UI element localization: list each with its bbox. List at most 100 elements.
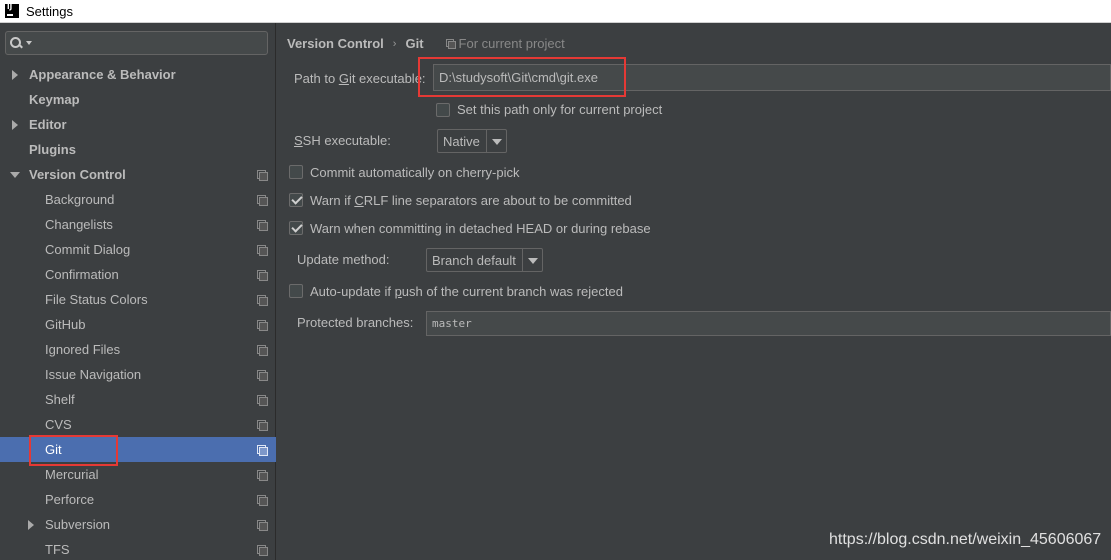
chevron-down-icon[interactable] [485, 130, 506, 152]
breadcrumb-parent[interactable]: Version Control [287, 36, 384, 51]
sidebar-item-label: Subversion [45, 517, 111, 532]
ssh-executable-label: SSH executable: [294, 133, 391, 148]
project-level-icon [257, 495, 268, 506]
project-scope-note-text: For current project [458, 36, 565, 51]
chevron-down-icon[interactable] [521, 249, 542, 271]
project-level-icon [257, 545, 268, 556]
project-level-icon [257, 170, 268, 181]
sidebar-item-keymap[interactable]: Keymap [0, 87, 276, 112]
sidebar-item-subversion[interactable]: Subversion [0, 512, 276, 537]
project-level-icon [257, 345, 268, 356]
sidebar-item-label: Plugins [29, 142, 76, 157]
collapse-arrow-icon[interactable] [10, 172, 20, 178]
sidebar-item-tfs[interactable]: TFS [0, 537, 276, 560]
warn-crlf-checkbox[interactable] [289, 193, 303, 207]
sidebar-item-plugins[interactable]: Plugins [0, 137, 276, 162]
protected-branches-field[interactable]: master [426, 311, 1111, 336]
chevron-down-icon[interactable] [26, 41, 32, 45]
update-method-value: Branch default [432, 252, 516, 268]
sidebar-item-perforce[interactable]: Perforce [0, 487, 276, 512]
sidebar-item-mercurial[interactable]: Mercurial [0, 462, 276, 487]
warn-detached-head-label: Warn when committing in detached HEAD or… [310, 221, 651, 236]
commit-cherry-pick-label: Commit automatically on cherry-pick [310, 165, 520, 180]
sidebar-item-label: Ignored Files [45, 342, 121, 357]
expand-arrow-icon[interactable] [12, 70, 18, 80]
project-level-icon [257, 270, 268, 281]
sidebar-item-file-status-colors[interactable]: File Status Colors [0, 287, 276, 312]
sidebar-item-confirmation[interactable]: Confirmation [0, 262, 276, 287]
protected-branches-label: Protected branches: [297, 315, 414, 330]
sidebar-item-label: Issue Navigation [45, 367, 142, 382]
ssh-executable-value: Native [443, 133, 480, 149]
settings-sidebar: Appearance & Behavior Keymap Editor Plug… [0, 23, 276, 560]
sidebar-item-issue-navigation[interactable]: Issue Navigation [0, 362, 276, 387]
git-path-value: D:\studysoft\Git\cmd\git.exe [439, 70, 598, 85]
update-method-label: Update method: [297, 252, 390, 267]
protected-branches-value: master [432, 317, 472, 330]
git-path-field[interactable]: D:\studysoft\Git\cmd\git.exe [433, 64, 1111, 91]
sidebar-item-appearance-behavior[interactable]: Appearance & Behavior [0, 62, 276, 87]
sidebar-item-background[interactable]: Background [0, 187, 276, 212]
sidebar-item-label: Background [45, 192, 115, 207]
sidebar-item-label: Appearance & Behavior [29, 67, 176, 82]
watermark-text: https://blog.csdn.net/weixin_45606067 [829, 531, 1102, 548]
sidebar-item-git[interactable]: Git [0, 437, 276, 462]
project-level-icon [257, 395, 268, 406]
project-level-icon [257, 370, 268, 381]
search-icon[interactable] [10, 36, 26, 50]
sidebar-item-label: File Status Colors [45, 292, 148, 307]
window-title: Settings [26, 3, 73, 19]
project-level-icon [257, 470, 268, 481]
update-method-dropdown[interactable]: Branch default [426, 248, 543, 272]
sidebar-item-changelists[interactable]: Changelists [0, 212, 276, 237]
git-path-label: Path to Git executable: [294, 71, 426, 86]
sidebar-item-label: Perforce [45, 492, 95, 507]
project-level-icon [257, 320, 268, 331]
sidebar-item-label: GitHub [45, 317, 86, 332]
warn-detached-head-checkbox[interactable] [289, 221, 303, 235]
breadcrumb-separator: › [392, 37, 397, 50]
sidebar-item-label: Editor [29, 117, 67, 132]
window-title-bar: Settings [0, 0, 1111, 23]
sidebar-item-label: Git [45, 442, 62, 457]
settings-search-box[interactable] [5, 31, 268, 55]
intellij-app-icon [5, 3, 19, 18]
sidebar-item-label: Shelf [45, 392, 75, 407]
sidebar-item-cvs[interactable]: CVS [0, 412, 276, 437]
project-level-icon [257, 245, 268, 256]
sidebar-item-label: Keymap [29, 92, 80, 107]
breadcrumb: Version Control › Git For current projec… [287, 36, 565, 51]
sidebar-item-label: Confirmation [45, 267, 119, 282]
project-level-icon [257, 445, 268, 456]
sidebar-item-github[interactable]: GitHub [0, 312, 276, 337]
sidebar-item-shelf[interactable]: Shelf [0, 387, 276, 412]
breadcrumb-current: Git [405, 36, 424, 51]
sidebar-item-editor[interactable]: Editor [0, 112, 276, 137]
ssh-executable-dropdown[interactable]: Native [437, 129, 507, 153]
sidebar-item-commit-dialog[interactable]: Commit Dialog [0, 237, 276, 262]
project-level-icon [257, 295, 268, 306]
sidebar-item-ignored-files[interactable]: Ignored Files [0, 337, 276, 362]
search-input[interactable] [36, 34, 264, 52]
git-settings-panel: Version Control › Git For current projec… [277, 23, 1111, 560]
expand-arrow-icon[interactable] [28, 520, 34, 530]
project-level-icon [257, 520, 268, 531]
commit-cherry-pick-checkbox[interactable] [289, 165, 303, 179]
set-path-only-checkbox[interactable] [436, 103, 450, 117]
expand-arrow-icon[interactable] [12, 120, 18, 130]
project-level-icon [445, 39, 456, 49]
sidebar-item-version-control[interactable]: Version Control [0, 162, 276, 187]
auto-update-checkbox[interactable] [289, 284, 303, 298]
sidebar-item-label: Commit Dialog [45, 242, 131, 257]
project-level-icon [257, 420, 268, 431]
set-path-only-label: Set this path only for current project [457, 102, 663, 117]
sidebar-item-label: Version Control [29, 167, 126, 182]
auto-update-label: Auto-update if push of the current branc… [310, 284, 623, 299]
project-level-icon [257, 220, 268, 231]
warn-crlf-label: Warn if CRLF line separators are about t… [310, 193, 632, 208]
sidebar-item-label: Changelists [45, 217, 113, 232]
project-level-icon [257, 195, 268, 206]
sidebar-item-label: Mercurial [45, 467, 99, 482]
project-scope-note: For current project [445, 36, 565, 51]
sidebar-item-label: CVS [45, 417, 72, 432]
